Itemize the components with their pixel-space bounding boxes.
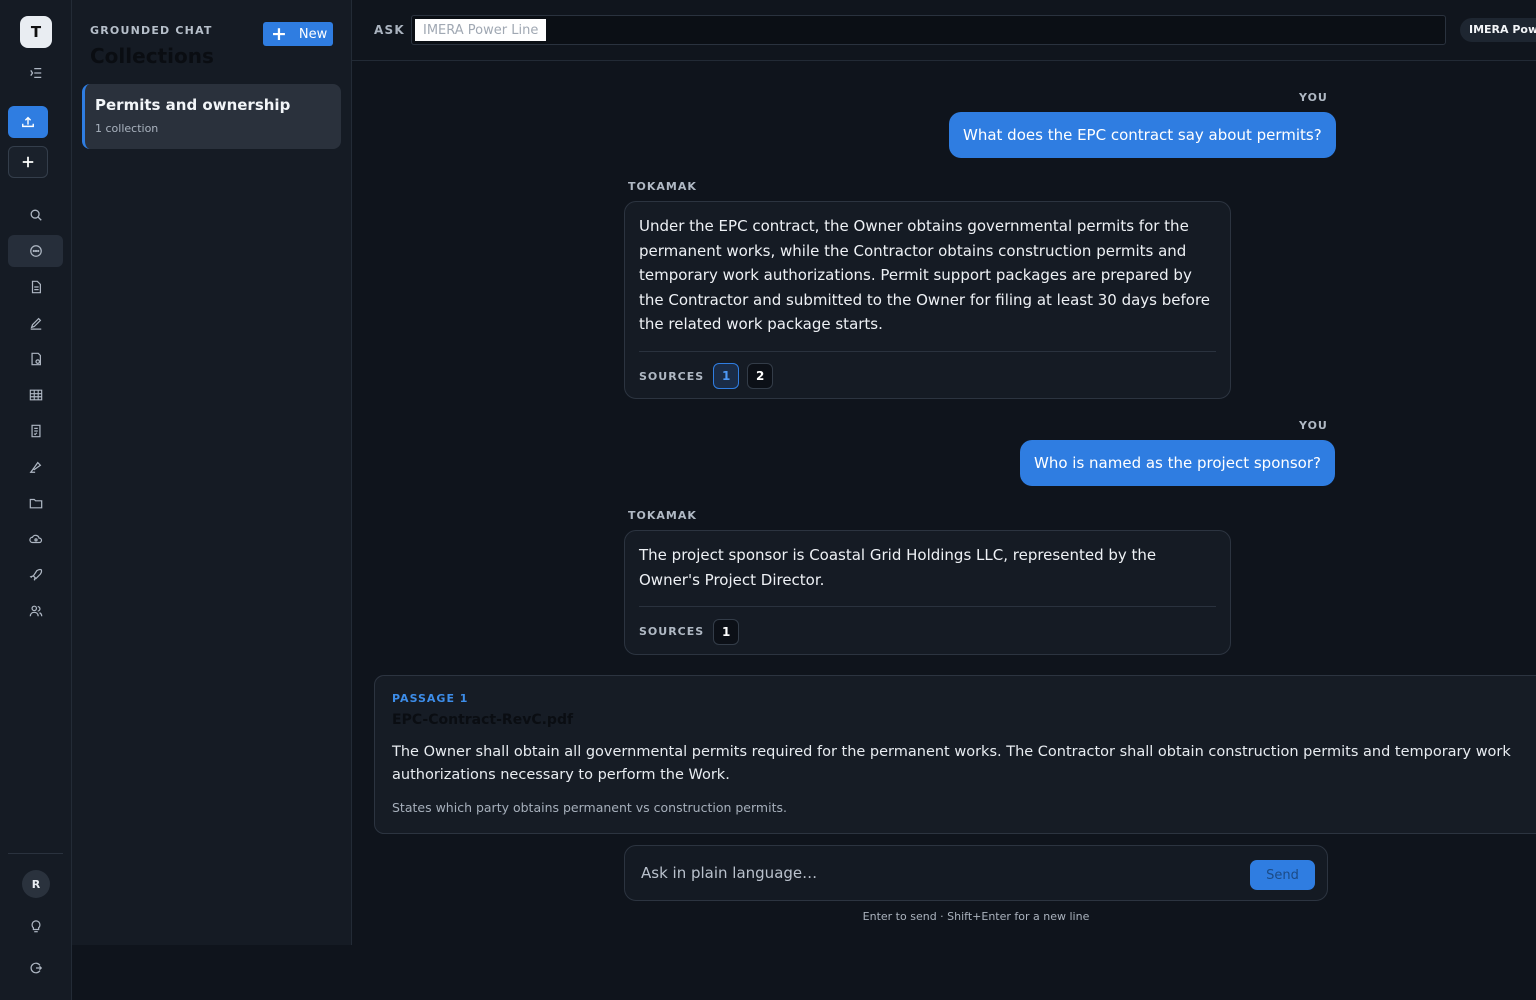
- passage-kicker: PASSAGE 1: [392, 692, 469, 705]
- send-button[interactable]: Send: [1250, 860, 1315, 890]
- chat-icon[interactable]: [8, 235, 63, 267]
- logout-icon[interactable]: [16, 952, 56, 984]
- sources-label: SOURCES: [639, 625, 705, 638]
- collapse-sidebar-icon[interactable]: [16, 57, 56, 89]
- new-collection-button[interactable]: + New: [263, 22, 333, 46]
- collections-panel: GROUNDED CHAT Collections + New Permits …: [72, 0, 352, 945]
- sources-row: SOURCES 1: [639, 606, 1216, 656]
- composer: Send: [624, 845, 1328, 901]
- highlighter-icon[interactable]: [16, 451, 56, 483]
- panel-title: Collections: [90, 44, 214, 68]
- upload-icon: [22, 116, 34, 128]
- table-icon[interactable]: [16, 379, 56, 411]
- ask-input[interactable]: [415, 19, 546, 41]
- chat-area: YOU What does the EPC contract say about…: [352, 61, 1536, 945]
- user-message: Who is named as the project sponsor?: [1020, 440, 1335, 486]
- plus-icon: +: [271, 22, 287, 45]
- ask-field[interactable]: [411, 15, 1446, 45]
- bot-message: The project sponsor is Coastal Grid Hold…: [624, 530, 1231, 655]
- composer-hint: Enter to send · Shift+Enter for a new li…: [862, 910, 1090, 923]
- collection-item[interactable]: Permits and ownership 1 collection: [82, 84, 341, 149]
- document-icon[interactable]: [16, 271, 56, 303]
- passage-card: PASSAGE 1 EPC-Contract-RevC.pdf The Owne…: [374, 675, 1536, 834]
- new-item-button[interactable]: [8, 146, 48, 178]
- collection-count: 1 collection: [95, 122, 159, 135]
- checklist-icon[interactable]: [16, 415, 56, 447]
- collection-name: Permits and ownership: [95, 96, 291, 114]
- source-chip[interactable]: 2: [747, 363, 774, 389]
- sources-label: SOURCES: [639, 369, 705, 383]
- message-author-bot: TOKAMAK: [628, 509, 697, 522]
- edit-icon[interactable]: [16, 307, 56, 339]
- report-icon[interactable]: [16, 343, 56, 375]
- icon-rail: T R: [0, 0, 72, 1000]
- users-icon[interactable]: [16, 595, 56, 627]
- source-chip[interactable]: 1: [713, 618, 740, 645]
- message-author-you: YOU: [1299, 91, 1328, 104]
- source-chip[interactable]: 1: [713, 363, 740, 389]
- passage-note: States which party obtains permanent vs …: [392, 800, 787, 815]
- folder-icon[interactable]: [16, 487, 56, 519]
- message-author-bot: TOKAMAK: [628, 180, 697, 193]
- cloud-icon[interactable]: [16, 523, 56, 555]
- scope-chip[interactable]: IMERA Power Line: [1460, 18, 1536, 42]
- bot-message: Under the EPC contract, the Owner obtain…: [624, 201, 1231, 399]
- new-button-label: New: [298, 26, 328, 42]
- ask-label: ASK: [374, 23, 405, 37]
- plus-icon: [22, 156, 34, 168]
- user-message: What does the EPC contract say about per…: [949, 112, 1336, 158]
- rail-divider: [8, 853, 63, 854]
- upload-button[interactable]: [8, 106, 48, 138]
- panel-kicker: GROUNDED CHAT: [90, 24, 213, 37]
- passage-body: The Owner shall obtain all governmental …: [392, 744, 1511, 783]
- workspace-avatar[interactable]: T: [20, 16, 52, 48]
- passage-file-link[interactable]: EPC-Contract-RevC.pdf: [392, 712, 573, 728]
- bot-message-text: The project sponsor is Coastal Grid Hold…: [639, 546, 1157, 589]
- user-avatar[interactable]: R: [22, 870, 50, 898]
- bot-message-text: Under the EPC contract, the Owner obtain…: [639, 217, 1211, 333]
- message-author-you: YOU: [1299, 419, 1328, 432]
- ask-bar: ASK IMERA Power Line: [352, 0, 1536, 61]
- message-input[interactable]: [639, 860, 1219, 886]
- sources-row: SOURCES 1 2: [639, 350, 1216, 401]
- search-icon[interactable]: [16, 199, 56, 231]
- lightbulb-icon[interactable]: [16, 910, 56, 942]
- rocket-icon[interactable]: [16, 559, 56, 591]
